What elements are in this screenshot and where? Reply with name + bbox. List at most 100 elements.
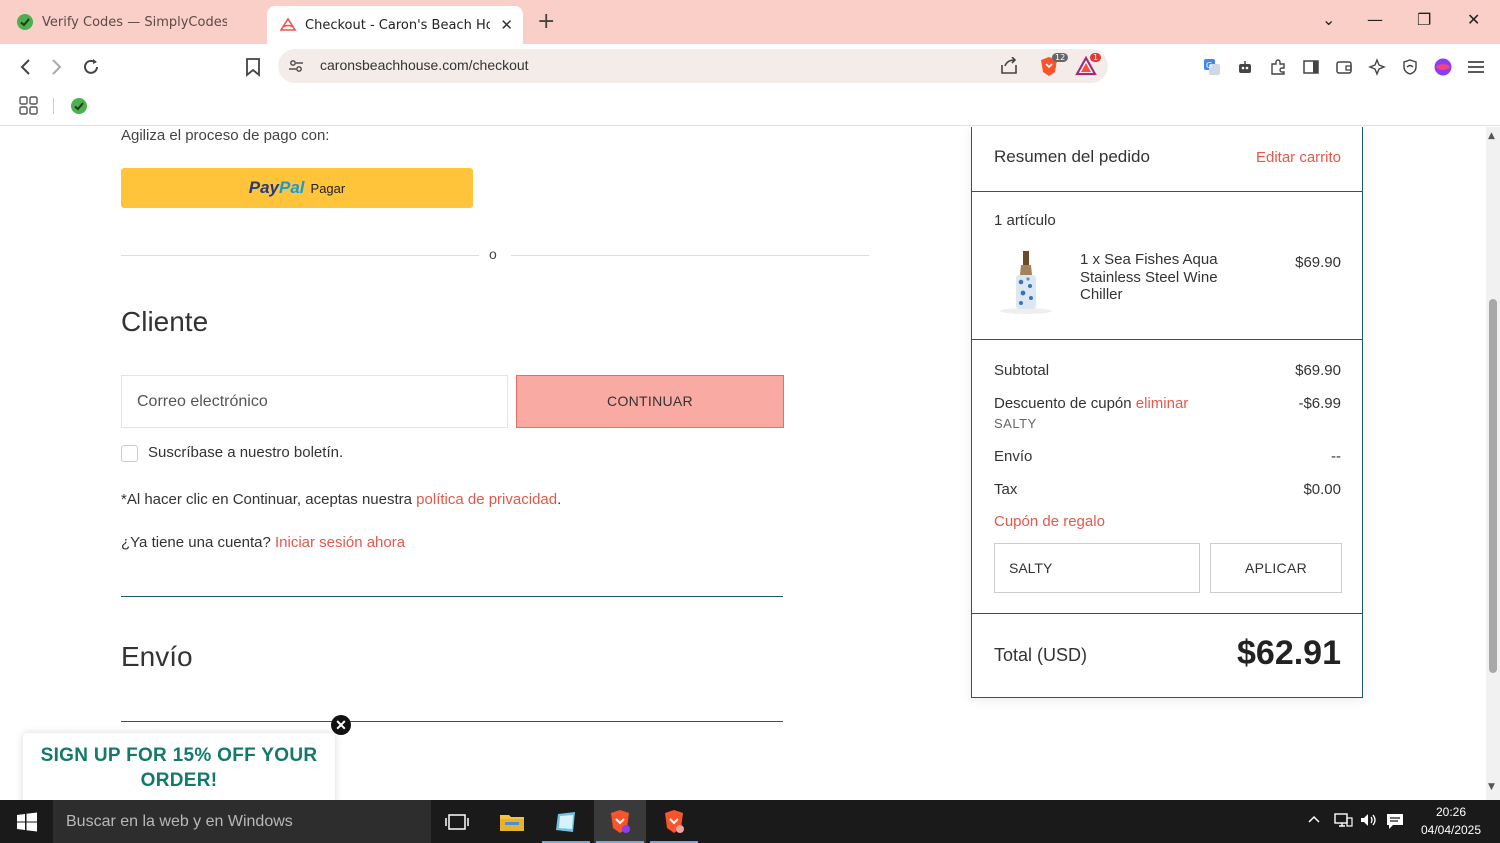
back-icon[interactable] <box>14 56 36 78</box>
share-icon[interactable] <box>999 57 1019 75</box>
close-popup-icon[interactable]: ✕ <box>331 715 351 735</box>
newsletter-label: Suscríbase a nuestro boletín. <box>148 444 344 461</box>
wallet-icon[interactable] <box>1334 57 1354 77</box>
paypal-button[interactable]: Pay Pal Pagar <box>121 168 473 208</box>
file-explorer-icon[interactable] <box>486 800 538 843</box>
items-count: 1 artículo <box>994 212 1056 229</box>
notifications-icon[interactable] <box>1385 812 1405 834</box>
discount-label: Descuento de cupón <box>994 395 1132 412</box>
express-checkout-label: Agiliza el proceso de pago con: <box>121 127 330 144</box>
clock-time: 20:26 <box>1435 805 1467 819</box>
bookmark-icon[interactable] <box>242 56 264 78</box>
signup-promo-popup[interactable]: SIGN UP FOR 15% OFF YOUR ORDER! <box>23 733 335 800</box>
product-name: 1 x Sea Fishes Aqua Stainless Steel Wine… <box>1080 251 1218 303</box>
close-window-icon[interactable]: ✕ <box>1467 10 1480 29</box>
tab-checkout[interactable]: Checkout - Caron's Beach House ✕ <box>267 6 523 44</box>
taskbar-clock[interactable]: 20:26 04/04/2025 <box>1414 803 1488 839</box>
remove-coupon-link[interactable]: eliminar <box>1136 395 1189 412</box>
section-divider <box>121 721 783 722</box>
order-summary: Resumen del pedido Editar carrito 1 artí… <box>971 127 1363 698</box>
or-separator: o <box>489 246 497 262</box>
gift-coupon-toggle[interactable]: Cupón de regalo <box>994 513 1105 530</box>
total-value: $62.91 <box>1237 634 1341 672</box>
tab-strip: Verify Codes — SimplyCodes Checkout - Ca… <box>0 0 1500 44</box>
privacy-notice-text: *Al hacer clic en Continuar, aceptas nue… <box>121 491 417 508</box>
profile-avatar-icon[interactable] <box>1433 57 1453 77</box>
network-icon[interactable] <box>1333 812 1353 832</box>
section-divider <box>121 596 783 597</box>
sidebar-toggle-icon[interactable] <box>1301 57 1321 77</box>
windows-logo-icon <box>16 812 37 831</box>
scroll-down-icon[interactable]: ▼ <box>1488 782 1495 792</box>
tab-search-chevron-icon[interactable]: ⌄ <box>1322 10 1335 29</box>
vpn-shield-icon[interactable] <box>1400 57 1420 77</box>
extension-robot-icon[interactable] <box>1235 57 1255 77</box>
paypal-button-label: Pagar <box>310 180 346 196</box>
bookmarks-divider <box>53 98 54 114</box>
new-tab-icon[interactable]: + <box>537 9 555 34</box>
subtotal-label: Subtotal <box>994 362 1050 379</box>
task-view-icon[interactable] <box>431 800 483 843</box>
privacy-notice: *Al hacer clic en Continuar, aceptas nue… <box>121 491 561 508</box>
email-field[interactable] <box>121 375 508 428</box>
show-hidden-icons-chevron-icon[interactable] <box>1307 812 1321 830</box>
newsletter-checkbox[interactable] <box>121 445 138 462</box>
tax-value: $0.00 <box>1303 481 1341 498</box>
checkout-page: Agiliza el proceso de pago con: Pay Pal P… <box>0 127 1486 800</box>
order-summary-heading: Resumen del pedido <box>994 147 1150 166</box>
brave-taskbar-icon-2[interactable] <box>648 800 700 843</box>
shipping-heading: Envío <box>121 641 193 672</box>
tab-title: Verify Codes — SimplyCodes <box>42 14 227 30</box>
divider-right <box>511 255 869 256</box>
extensions-puzzle-icon[interactable] <box>1268 57 1288 77</box>
continue-button[interactable]: CONTINUAR <box>516 375 784 428</box>
brave-browser-taskbar-icon[interactable] <box>594 800 646 843</box>
restore-icon[interactable]: ❐ <box>1417 10 1431 29</box>
notes-app-icon[interactable] <box>540 800 592 843</box>
forward-icon[interactable] <box>46 56 68 78</box>
apply-coupon-button[interactable]: APLICAR <box>1210 543 1342 593</box>
caronsbeachhouse-icon <box>279 17 297 31</box>
privacy-policy-link[interactable]: política de privacidad <box>416 491 557 508</box>
discount-value: -$6.99 <box>1298 395 1341 412</box>
discount-row: Descuento de cupón eliminar <box>994 395 1188 412</box>
account-prompt: ¿Ya tiene una cuenta? Iniciar sesión aho… <box>121 534 405 551</box>
gift-coupon-input[interactable] <box>994 543 1200 593</box>
signup-promo-text: SIGN UP FOR 15% OFF YOUR ORDER! <box>40 745 318 791</box>
leo-ai-icon[interactable] <box>1367 57 1387 77</box>
edit-cart-link[interactable]: Editar carrito <box>1256 149 1341 166</box>
privacy-notice-end: . <box>557 491 562 508</box>
close-tab-icon[interactable]: ✕ <box>500 16 513 34</box>
scroll-up-icon[interactable]: ▲ <box>1488 131 1495 141</box>
subtotal-value: $69.90 <box>1295 362 1341 379</box>
rewards-count-badge: 1 <box>1090 53 1102 62</box>
address-bar[interactable]: caronsbeachhouse.com/checkout 12 1 <box>278 49 1108 83</box>
menu-icon[interactable] <box>1466 57 1486 77</box>
windows-taskbar: Buscar en la web y en Windows 20:26 04/0… <box>0 800 1500 843</box>
svg-text:G: G <box>1206 61 1212 70</box>
bookmarks-bar <box>0 88 1500 126</box>
minimize-icon[interactable]: — <box>1367 10 1383 29</box>
customer-heading: Cliente <box>121 306 209 337</box>
scrollbar-thumb[interactable] <box>1489 299 1497 673</box>
account-prompt-text: ¿Ya tiene una cuenta? <box>121 534 275 551</box>
clock-date: 04/04/2025 <box>1420 823 1482 837</box>
site-settings-icon[interactable] <box>288 58 304 74</box>
paypal-logo-part2: Pal <box>279 178 305 197</box>
shipping-value: -- <box>1331 448 1341 465</box>
summary-divider <box>972 191 1362 192</box>
taskbar-search-box[interactable]: Buscar en la web y en Windows <box>53 800 431 843</box>
sign-in-link[interactable]: Iniciar sesión ahora <box>275 534 405 551</box>
page-scrollbar[interactable]: ▲ ▼ <box>1486 127 1500 800</box>
translate-icon[interactable]: G <box>1202 57 1222 77</box>
summary-divider <box>972 613 1362 614</box>
reload-icon[interactable] <box>80 56 102 78</box>
summary-divider <box>972 339 1362 340</box>
start-button[interactable] <box>0 800 53 843</box>
product-thumbnail[interactable] <box>994 249 1058 315</box>
tab-simplycodes[interactable]: Verify Codes — SimplyCodes <box>10 6 260 38</box>
tax-label: Tax <box>994 481 1018 498</box>
volume-icon[interactable] <box>1359 812 1379 832</box>
simplycodes-bookmark-icon[interactable] <box>70 97 88 115</box>
apps-grid-icon[interactable] <box>19 96 39 116</box>
